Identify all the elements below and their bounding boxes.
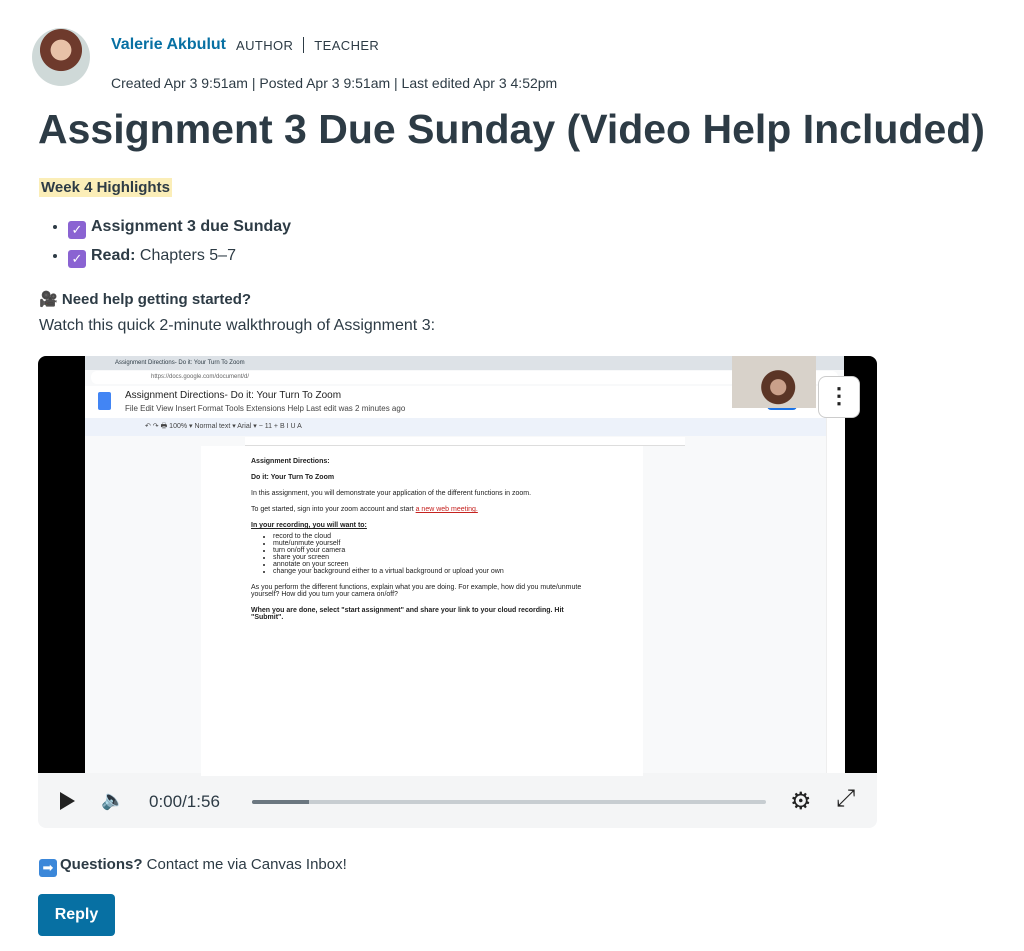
doc-list-item: change your background either to a virtu… <box>273 568 593 575</box>
author-line: Valerie Akbulut AUTHOR TEACHER <box>111 36 379 54</box>
doc-paragraph: When you are done, select "start assignm… <box>251 607 564 621</box>
doc-header: Assignment Directions- Do it: Your Turn … <box>85 386 844 418</box>
author-name-link[interactable]: Valerie Akbulut <box>111 36 226 54</box>
doc-link: a new web meeting. <box>415 506 478 513</box>
doc-list-item: turn on/off your camera <box>273 547 593 554</box>
doc-list: record to the cloud mute/unmute yourself… <box>251 533 593 575</box>
checkmark-icon: ✓ <box>68 221 86 239</box>
video-buffer-fill <box>252 800 309 804</box>
doc-list-title: In your recording, you will want to: <box>251 522 367 529</box>
checkmark-icon: ✓ <box>68 250 86 268</box>
role-teacher: TEACHER <box>314 37 380 53</box>
doc-list-item: share your screen <box>273 554 593 561</box>
video-frame[interactable]: Assignment Directions- Do it: Your Turn … <box>38 356 877 776</box>
highlights-list: ✓ Assignment 3 due Sunday ✓ Read: Chapters… <box>50 218 291 276</box>
video-options-button[interactable]: ⋮ <box>818 376 860 418</box>
settings-gear-icon[interactable]: ⚙ <box>790 787 812 816</box>
help-heading: 🎥 Need help getting started? <box>39 290 251 308</box>
doc-heading: Assignment Directions: <box>251 458 330 465</box>
doc-paragraph: To get started, sign into your zoom acco… <box>251 506 478 513</box>
questions-line: ➡ Questions? Contact me via Canvas Inbox! <box>39 856 347 877</box>
video-time: 0:00/1:56 <box>149 792 220 811</box>
webcam-overlay <box>732 356 816 408</box>
doc-paragraph: In this assignment, you will demonstrate… <box>251 490 532 497</box>
questions-text: Contact me via Canvas Inbox! <box>142 856 347 873</box>
help-subtext: Watch this quick 2-minute walkthrough of… <box>39 317 436 334</box>
doc-menu: File Edit View Insert Format Tools Exten… <box>125 404 406 413</box>
browser-tab: Assignment Directions- Do it: Your Turn … <box>85 356 844 370</box>
list-item: ✓ Assignment 3 due Sunday <box>68 218 291 239</box>
docs-icon <box>98 392 111 410</box>
help-heading-text: Need help getting started? <box>61 291 252 308</box>
questions-bold: Questions? <box>60 856 143 873</box>
doc-list-item: record to the cloud <box>273 533 593 540</box>
doc-title: Assignment Directions- Do it: Your Turn … <box>125 390 342 401</box>
video-progress-bar[interactable] <box>252 800 766 804</box>
author-avatar[interactable] <box>32 28 90 86</box>
doc-paragraph: As you perform the different functions, … <box>251 584 582 598</box>
browser-url: https://docs.google.com/document/d/ <box>91 371 838 384</box>
role-author: AUTHOR <box>236 37 294 53</box>
video-controls: 🔈 0:00/1:56 ⚙ ⤢ <box>38 773 877 828</box>
page-title: Assignment 3 Due Sunday (Video Help Incl… <box>38 106 985 152</box>
highlights-label: Week 4 Highlights <box>39 178 172 197</box>
reply-button[interactable]: Reply <box>38 894 115 936</box>
item-bold: Read: <box>91 247 136 264</box>
doc-subheading: Do it: Your Turn To Zoom <box>251 474 335 481</box>
docs-side-panel <box>826 418 845 773</box>
fullscreen-icon[interactable]: ⤢ <box>836 785 855 813</box>
doc-list-item: annotate on your screen <box>273 561 593 568</box>
doc-page: Assignment Directions: Do it: Your Turn … <box>201 446 643 776</box>
doc-ruler <box>245 437 685 446</box>
item-bold: Assignment 3 due Sunday <box>91 218 292 235</box>
video-player[interactable]: Assignment Directions- Do it: Your Turn … <box>38 356 877 828</box>
doc-toolbar: ↶ ↷ 🖶 100% ▾ Normal text ▾ Arial ▾ − 11 … <box>85 418 844 436</box>
video-browser-screenshot: Assignment Directions- Do it: Your Turn … <box>85 356 845 776</box>
item-text: Chapters 5–7 <box>135 247 236 264</box>
video-camera-icon: 🎥 <box>39 291 58 308</box>
role-separator <box>303 37 305 53</box>
play-icon[interactable] <box>60 792 75 810</box>
list-item: ✓ Read: Chapters 5–7 <box>68 247 291 268</box>
doc-list-item: mute/unmute yourself <box>273 540 593 547</box>
post-meta: Created Apr 3 9:51am | Posted Apr 3 9:51… <box>111 75 558 91</box>
volume-icon[interactable]: 🔈 <box>101 788 125 812</box>
right-arrow-icon: ➡ <box>39 859 57 877</box>
